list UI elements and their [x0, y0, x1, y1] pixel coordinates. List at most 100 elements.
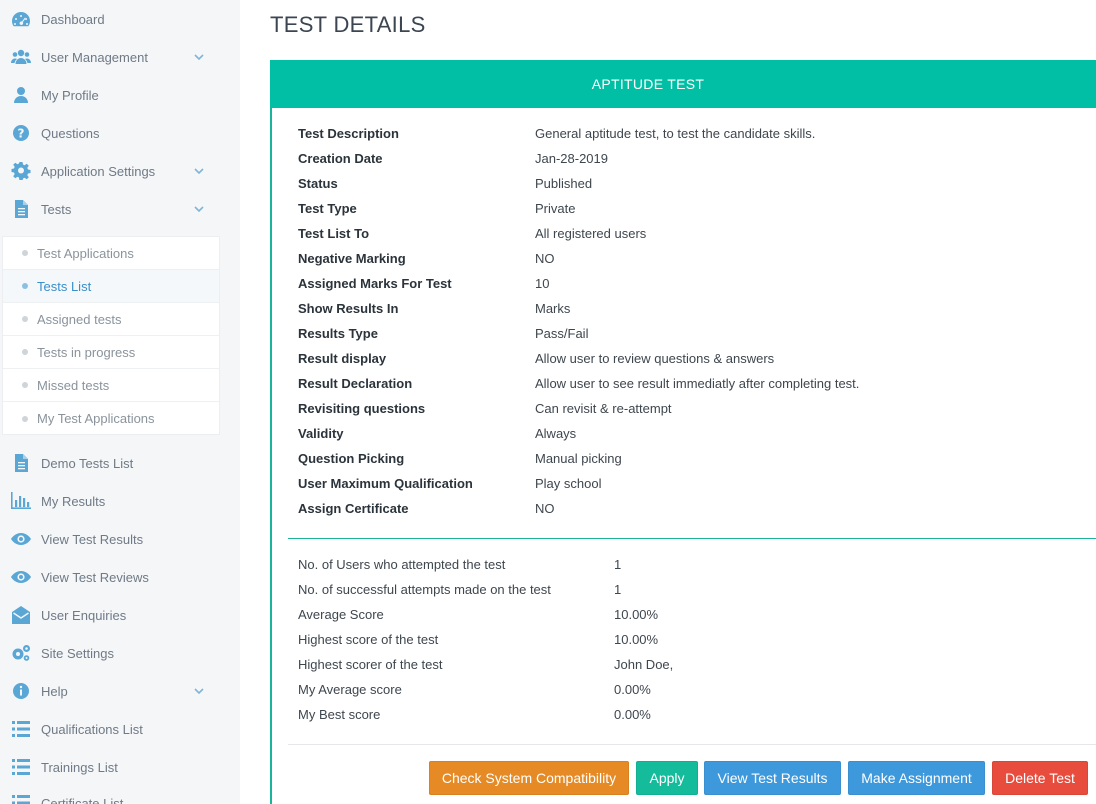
- detail-key: Test Type: [298, 201, 357, 216]
- sidebar: Dashboard User Management My Profile ? Q…: [0, 0, 240, 804]
- file-icon: [10, 199, 32, 219]
- submenu-item-my-test-applications[interactable]: My Test Applications: [3, 402, 219, 435]
- file-icon: [10, 453, 32, 473]
- detail-value: Published: [535, 176, 593, 191]
- chevron-down-icon[interactable]: [193, 165, 205, 177]
- sidebar-item-label: Site Settings: [41, 645, 114, 661]
- sidebar-item-questions[interactable]: ? Questions: [0, 114, 240, 152]
- detail-value: NO: [535, 251, 555, 266]
- stat-key: No. of successful attempts made on the t…: [298, 582, 551, 597]
- stat-value: 0.00%: [614, 707, 651, 722]
- stat-key: Highest score of the test: [298, 632, 439, 647]
- stat-value: 0.00%: [614, 682, 651, 697]
- bullet-icon: [22, 250, 28, 256]
- sidebar-item-certificate-list[interactable]: Certificate List: [0, 784, 240, 804]
- sidebar-item-trainings-list[interactable]: Trainings List: [0, 748, 240, 786]
- gears-icon: [10, 643, 32, 663]
- submenu-item-tests-list[interactable]: Tests List: [3, 270, 219, 303]
- detail-key: Test List To: [298, 226, 370, 241]
- chevron-down-icon[interactable]: [193, 51, 205, 63]
- submenu-item-tests-in-progress[interactable]: Tests in progress: [3, 336, 219, 369]
- sidebar-item-label: View Test Results: [41, 531, 144, 547]
- svg-text:?: ?: [18, 127, 25, 141]
- detail-value: General aptitude test, to test the candi…: [535, 126, 816, 141]
- detail-value: NO: [535, 501, 555, 516]
- sidebar-item-site-settings[interactable]: Site Settings: [0, 634, 240, 672]
- detail-key: User Maximum Qualification: [298, 476, 473, 491]
- sidebar-item-label: Qualifications List: [41, 721, 143, 737]
- sidebar-item-application-settings[interactable]: Application Settings: [0, 152, 240, 190]
- detail-value: Manual picking: [535, 451, 622, 466]
- detail-key: Test Description: [298, 126, 399, 141]
- list-icon: [10, 719, 32, 739]
- chevron-down-icon[interactable]: [193, 685, 205, 697]
- question-circle-icon: ?: [10, 123, 32, 143]
- page-title: TEST DETAILS: [270, 12, 426, 37]
- sidebar-item-label: Certificate List: [41, 795, 124, 804]
- detail-value: Pass/Fail: [535, 326, 589, 341]
- sidebar-item-view-test-results[interactable]: View Test Results: [0, 520, 240, 558]
- sidebar-item-label: Trainings List: [41, 759, 118, 775]
- sidebar-item-label: Help: [41, 683, 68, 699]
- stat-value: 1: [614, 557, 622, 572]
- detail-key: Negative Marking: [298, 251, 406, 266]
- sidebar-item-label: My Results: [41, 493, 106, 509]
- bullet-icon: [22, 316, 28, 322]
- dashboard-icon: [10, 9, 32, 29]
- sidebar-item-label: Tests: [41, 201, 72, 217]
- make-assignment-button[interactable]: Make Assignment: [848, 761, 985, 795]
- bullet-icon: [22, 283, 28, 289]
- detail-value: All registered users: [535, 226, 647, 241]
- detail-value: Allow user to review questions & answers: [535, 351, 775, 366]
- tests-submenu: Test Applications Tests List Assigned te…: [2, 236, 220, 435]
- detail-key: Assign Certificate: [298, 501, 409, 516]
- bullet-icon: [22, 349, 28, 355]
- view-test-results-button[interactable]: View Test Results: [704, 761, 841, 795]
- detail-key: Validity: [298, 426, 344, 441]
- check-system-compatibility-button[interactable]: Check System Compatibility: [429, 761, 629, 795]
- stat-key: My Best score: [298, 707, 381, 722]
- sidebar-item-help[interactable]: Help: [0, 672, 240, 710]
- sidebar-item-view-test-reviews[interactable]: View Test Reviews: [0, 558, 240, 596]
- submenu-item-missed-tests[interactable]: Missed tests: [3, 369, 219, 402]
- detail-key: Result display: [298, 351, 387, 366]
- list-icon: [10, 757, 32, 777]
- sidebar-item-label: User Enquiries: [41, 607, 127, 623]
- stat-key: Highest scorer of the test: [298, 657, 443, 672]
- chevron-down-icon[interactable]: [193, 203, 205, 215]
- users-icon: [10, 47, 32, 67]
- delete-test-button[interactable]: Delete Test: [992, 761, 1088, 795]
- detail-key: Results Type: [298, 326, 378, 341]
- stat-value: John Doe,: [614, 657, 674, 672]
- envelope-open-icon: [10, 605, 32, 625]
- detail-value: Jan-28-2019: [535, 151, 608, 166]
- detail-value: Marks: [535, 301, 571, 316]
- detail-key: Assigned Marks For Test: [298, 276, 452, 291]
- sidebar-item-dashboard[interactable]: Dashboard: [0, 0, 240, 38]
- sidebar-item-demo-tests-list[interactable]: Demo Tests List: [0, 444, 240, 482]
- detail-value: Always: [535, 426, 577, 441]
- sidebar-item-my-profile[interactable]: My Profile: [0, 76, 240, 114]
- list-icon: [10, 793, 32, 804]
- detail-value: Play school: [535, 476, 602, 491]
- sidebar-item-my-results[interactable]: My Results: [0, 482, 240, 520]
- detail-value: Can revisit & re-attempt: [535, 401, 672, 416]
- submenu-item-assigned-tests[interactable]: Assigned tests: [3, 303, 219, 336]
- panel-header: APTITUDE TEST: [270, 60, 1096, 108]
- sidebar-item-qualifications-list[interactable]: Qualifications List: [0, 710, 240, 748]
- stat-value: 10.00%: [614, 607, 659, 622]
- submenu-item-label: Tests List: [37, 278, 92, 294]
- sidebar-item-tests[interactable]: Tests: [0, 190, 240, 228]
- sidebar-item-user-enquiries[interactable]: User Enquiries: [0, 596, 240, 634]
- apply-button[interactable]: Apply: [636, 761, 698, 795]
- stat-key: Average Score: [298, 607, 384, 622]
- stat-key: My Average score: [298, 682, 402, 697]
- sidebar-item-user-management[interactable]: User Management: [0, 38, 240, 76]
- submenu-item-test-applications[interactable]: Test Applications: [3, 237, 219, 270]
- info-circle-icon: [10, 681, 32, 701]
- detail-key: Creation Date: [298, 151, 383, 166]
- submenu-item-label: Tests in progress: [37, 344, 136, 360]
- detail-key: Revisiting questions: [298, 401, 426, 416]
- divider: [288, 744, 1096, 745]
- detail-key: Result Declaration: [298, 376, 413, 391]
